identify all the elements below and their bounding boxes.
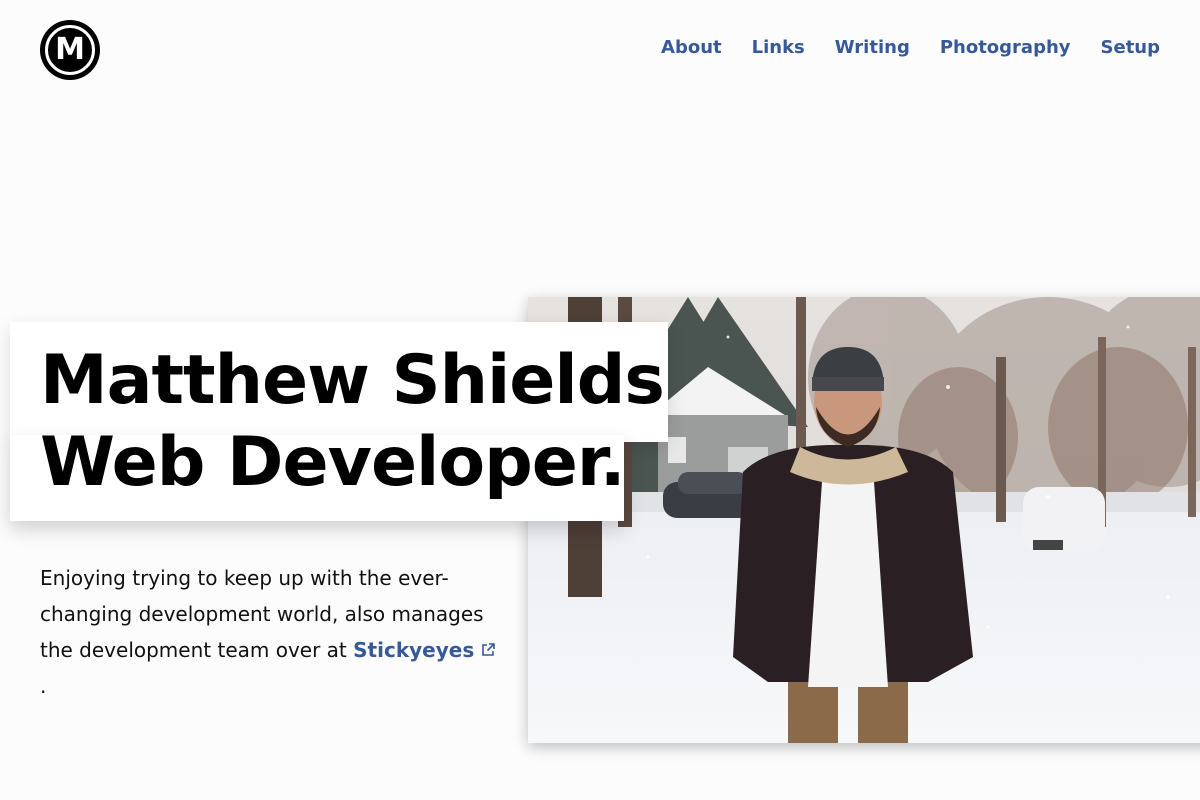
logo-badge: M	[45, 25, 95, 75]
title-line-name: Matthew Shields	[40, 341, 665, 420]
intro-end: .	[40, 674, 47, 698]
external-link-icon	[482, 643, 496, 656]
intro-paragraph: Enjoying trying to keep up with the ever…	[40, 560, 500, 704]
nav-photography[interactable]: Photography	[940, 36, 1071, 60]
title-line-role: Web Developer.	[40, 423, 626, 502]
logo-letter: M	[55, 32, 85, 67]
stickyeyes-link[interactable]: Stickyeyes	[353, 638, 496, 662]
nav-writing[interactable]: Writing	[835, 36, 910, 60]
site-logo[interactable]: M	[40, 20, 100, 80]
page: M About Links Writing Photography Setup	[0, 0, 1200, 800]
main-nav: About Links Writing Photography Setup	[661, 36, 1160, 60]
stickyeyes-link-label: Stickyeyes	[353, 638, 475, 662]
nav-setup[interactable]: Setup	[1101, 36, 1160, 60]
nav-about[interactable]: About	[661, 36, 722, 60]
nav-links[interactable]: Links	[752, 36, 805, 60]
page-title: Matthew Shields Web Developer.	[40, 340, 665, 504]
